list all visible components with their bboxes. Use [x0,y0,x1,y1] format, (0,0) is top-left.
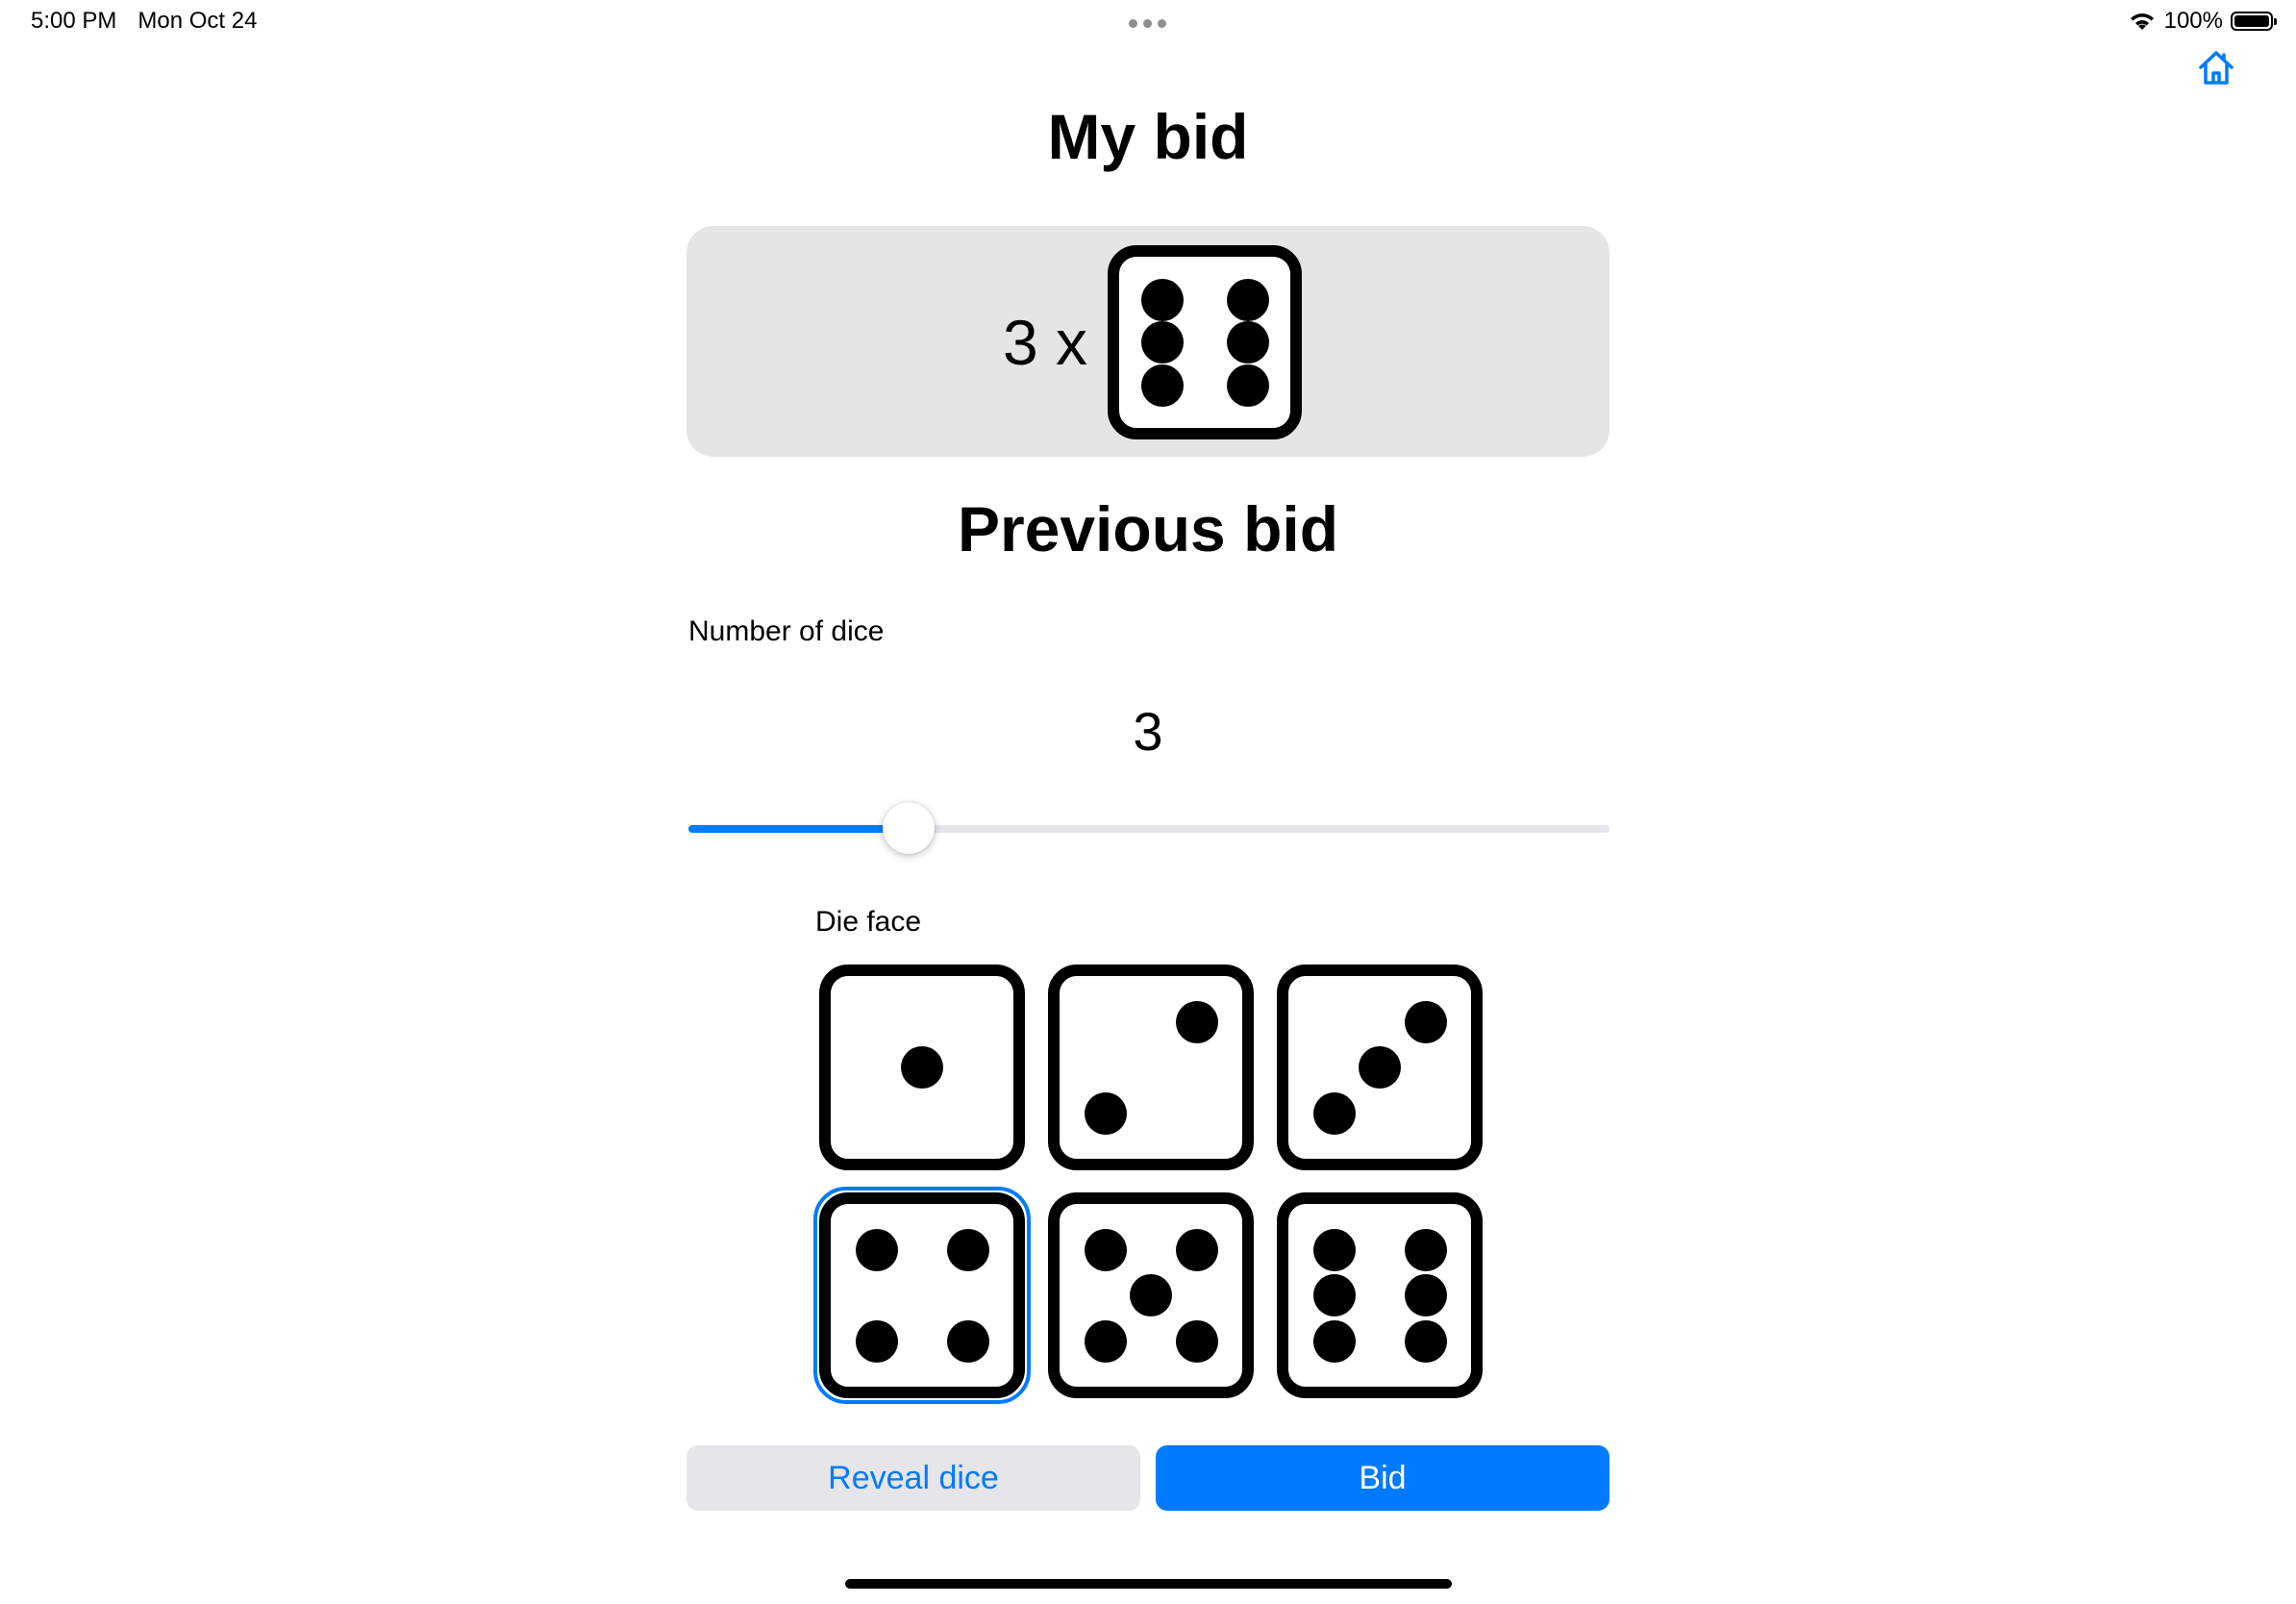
die-pip [1226,321,1269,363]
status-date: Mon Oct 24 [137,8,258,34]
number-of-dice-slider-fill [688,825,910,833]
die-pip [1084,1228,1127,1271]
die-pip [901,1046,943,1089]
wifi-icon [2130,13,2154,30]
number-of-dice-value: 3 [1133,701,1163,762]
die-pip [1312,1274,1356,1316]
home-button[interactable] [2195,46,2237,88]
die-pip [1084,1091,1127,1135]
die-pip [1175,1228,1218,1271]
my-bid-die-face [1108,245,1302,439]
die-pip [946,1228,989,1271]
die-pip [1140,363,1184,407]
die-pip [1312,1228,1356,1271]
die-pip [1404,1000,1447,1043]
die-face-option-4[interactable] [819,1192,1025,1398]
die-pip [1404,1274,1447,1316]
die-face-option-6[interactable] [1277,1192,1483,1398]
die-pip [855,1319,898,1363]
previous-bid-title: Previous bid [957,493,1339,564]
bid-button[interactable]: Bid [1156,1445,1610,1511]
home-indicator[interactable] [845,1579,1452,1589]
die-pip [1130,1274,1172,1316]
reveal-dice-button[interactable]: Reveal dice [686,1445,1140,1511]
die-pip [1312,1319,1356,1363]
die-pip [1312,1091,1356,1135]
status-bar-left: 5:00 PM Mon Oct 24 [31,8,257,35]
die-face-option-5[interactable] [1048,1192,1254,1398]
status-bar-right: 100% [2128,8,2277,35]
dot [1143,19,1152,28]
die-pip [1084,1319,1127,1363]
bid-count: 3 x [1003,307,1088,378]
die-pip [1404,1319,1447,1363]
die-face-option-3[interactable] [1277,965,1483,1170]
number-of-dice-slider-thumb[interactable] [883,802,935,854]
die-pip [855,1228,898,1271]
die-pip [1404,1228,1447,1271]
die-face-option-2[interactable] [1048,965,1254,1170]
die-pip [1359,1046,1401,1089]
die-pip [1140,278,1184,321]
die-pip [1226,278,1269,321]
die-pip [946,1319,989,1363]
my-bid-title: My bid [1047,101,1249,172]
die-pip [1226,363,1269,407]
dot [1158,19,1166,28]
home-icon [2199,51,2234,85]
die-pip [1175,1319,1218,1363]
status-time: 5:00 PM [31,8,117,34]
die-face-option-1[interactable] [819,965,1025,1170]
die-pip [1175,1000,1218,1043]
battery-icon [2231,12,2277,31]
dot [1129,19,1137,28]
multitasking-dots[interactable] [1129,19,1166,28]
battery-percent: 100% [2163,8,2223,34]
number-of-dice-label: Number of dice [688,615,885,647]
die-face-label: Die face [815,906,922,938]
die-pip [1140,321,1184,363]
